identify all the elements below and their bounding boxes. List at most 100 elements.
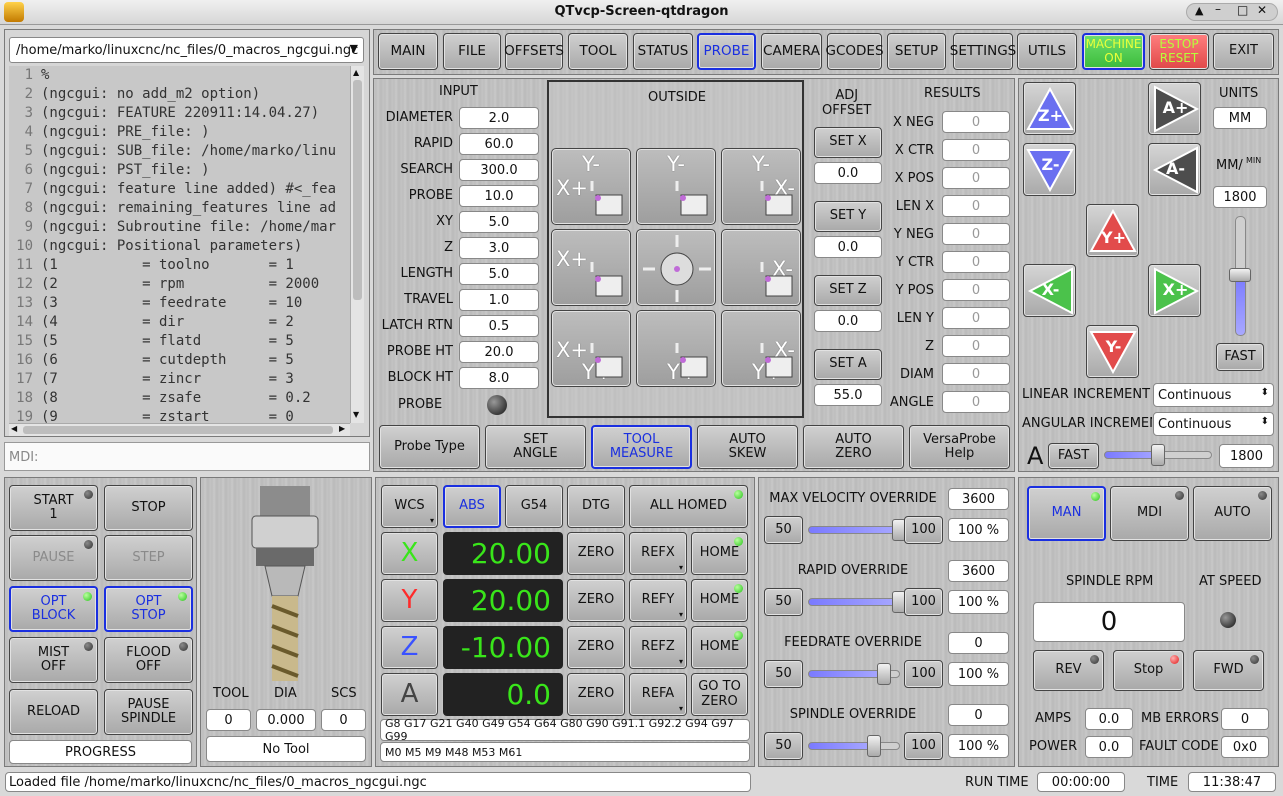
pause-button[interactable]: PAUSE	[9, 535, 98, 581]
zero-z-button[interactable]: ZERO	[567, 626, 625, 669]
probe-mr-button[interactable]: X-	[721, 229, 801, 306]
ref-y-button[interactable]: REFY ▾	[629, 579, 687, 622]
jog-y-plus-button[interactable]: Y+	[1086, 204, 1139, 257]
g54-button[interactable]: G54	[505, 485, 563, 528]
axis-y-button[interactable]: Y	[381, 579, 438, 622]
file-combo[interactable]: /home/marko/linuxcnc/nc_files/0_macros_n…	[9, 37, 364, 63]
mdi-input[interactable]: MDI:	[4, 442, 370, 471]
input-diameter[interactable]: 2.0	[459, 107, 539, 129]
abs-button[interactable]: ABS	[443, 485, 501, 528]
override-100-button[interactable]: 100	[904, 660, 943, 688]
probe-tr-button[interactable]: Y- X-	[721, 148, 801, 225]
probe-versaprobe-help-button[interactable]: VersaProbe Help	[909, 425, 1010, 469]
machine-on-button[interactable]: MACHINE ON	[1082, 33, 1145, 70]
tab-settings[interactable]: SETTINGS	[950, 33, 1016, 70]
override-slider-handle[interactable]	[877, 663, 891, 685]
override-50-button[interactable]: 50	[764, 660, 803, 688]
scroll-hthumb[interactable]	[23, 426, 333, 434]
ref-a-button[interactable]: REFA ▾	[629, 673, 687, 716]
input-block-ht[interactable]: 8.0	[459, 367, 539, 389]
probe-bc-button[interactable]: Y+	[636, 310, 716, 387]
home-z-button[interactable]: HOME	[691, 626, 748, 669]
input-search[interactable]: 300.0	[459, 159, 539, 181]
home-x-button[interactable]: HOME	[691, 532, 748, 575]
probe-set-angle-button[interactable]: SET ANGLE	[485, 425, 586, 469]
window-up-icon[interactable]: ▲	[1195, 4, 1203, 17]
override-50-button[interactable]: 50	[764, 732, 803, 760]
override-slider-track[interactable]	[808, 742, 900, 750]
step-button[interactable]: STEP	[104, 535, 193, 581]
horizontal-scrollbar[interactable]: ◀ ▶	[9, 423, 350, 436]
zero-y-button[interactable]: ZERO	[567, 579, 625, 622]
override-50-button[interactable]: 50	[764, 588, 803, 616]
wcs-button[interactable]: WCS ▾	[381, 485, 438, 528]
tab-status[interactable]: STATUS	[633, 33, 693, 70]
scroll-up-icon[interactable]: ▲	[353, 68, 359, 77]
ref-z-button[interactable]: REFZ ▾	[629, 626, 687, 669]
spindle-stop-button[interactable]: Stop	[1113, 650, 1184, 691]
probe-auto-skew-button[interactable]: AUTO SKEW	[697, 425, 798, 469]
tab-camera[interactable]: CAMERA	[761, 33, 822, 70]
mode-auto-button[interactable]: AUTO	[1193, 486, 1272, 541]
override-100-button[interactable]: 100	[904, 516, 943, 544]
probe-ml-button[interactable]: X+	[551, 229, 631, 306]
angular-increment-select[interactable]: Continuous ⬍	[1153, 412, 1274, 436]
jog-a-plus-button[interactable]: A+	[1148, 82, 1201, 135]
mist-button[interactable]: MIST OFF	[9, 637, 98, 683]
scroll-right-icon[interactable]: ▶	[339, 424, 345, 433]
input-probe-ht[interactable]: 20.0	[459, 341, 539, 363]
probe-br-button[interactable]: X-Y+	[721, 310, 801, 387]
home-y-button[interactable]: HOME	[691, 579, 748, 622]
exit-button[interactable]: EXIT	[1213, 33, 1274, 70]
spindle-fwd-button[interactable]: FWD	[1193, 650, 1264, 691]
a-rate-slider-handle[interactable]	[1151, 444, 1165, 466]
tab-offsets[interactable]: OFFSETS	[504, 33, 564, 70]
opt-stop-button[interactable]: OPT STOP	[104, 586, 193, 632]
flood-button[interactable]: FLOOD OFF	[104, 637, 193, 683]
axis-x-button[interactable]: X	[381, 532, 438, 575]
home-a-button[interactable]: GO TO ZERO	[691, 673, 748, 716]
override-100-button[interactable]: 100	[904, 732, 943, 760]
window-minimize-icon[interactable]: –	[1215, 2, 1221, 16]
probe-tc-button[interactable]: Y-	[636, 148, 716, 225]
probe-mc-button[interactable]	[636, 229, 716, 306]
linear-increment-select[interactable]: Continuous ⬍	[1153, 383, 1274, 407]
input-length[interactable]: 5.0	[459, 263, 539, 285]
all-homed-button[interactable]: ALL HOMED	[629, 485, 748, 528]
override-slider-track[interactable]	[808, 526, 900, 534]
jog-z-minus-button[interactable]: Z-	[1023, 143, 1076, 196]
mode-mdi-button[interactable]: MDI	[1110, 486, 1189, 541]
probe-probe-type-button[interactable]: Probe Type	[379, 425, 480, 469]
gcode-editor[interactable]: 1% 2 (ngcgui: no add_m2 option) 3 (ngcgui: F…	[9, 66, 350, 423]
zero-x-button[interactable]: ZERO	[567, 532, 625, 575]
window-maximize-icon[interactable]: □	[1237, 3, 1248, 17]
jog-fast-button[interactable]: FAST	[1216, 343, 1264, 371]
override-slider-track[interactable]	[808, 598, 900, 606]
mode-man-button[interactable]: MAN	[1027, 486, 1106, 541]
override-50-button[interactable]: 50	[764, 516, 803, 544]
scroll-down-icon[interactable]: ▼	[353, 410, 359, 419]
tab-main[interactable]: MAIN	[378, 33, 438, 70]
spindle-rev-button[interactable]: REV	[1033, 650, 1104, 691]
input-rapid[interactable]: 60.0	[459, 133, 539, 155]
stop-button[interactable]: STOP	[104, 485, 193, 531]
override-slider-handle[interactable]	[867, 735, 881, 757]
jog-a-minus-button[interactable]: A-	[1148, 143, 1201, 196]
input-xy[interactable]: 5.0	[459, 211, 539, 233]
probe-bl-button[interactable]: X+Y+	[551, 310, 631, 387]
zero-a-button[interactable]: ZERO	[567, 673, 625, 716]
a-fast-button[interactable]: FAST	[1048, 443, 1099, 469]
probe-tool-measure-button[interactable]: TOOL MEASURE	[591, 425, 692, 469]
jog-x-plus-button[interactable]: X+	[1148, 264, 1201, 317]
override-100-button[interactable]: 100	[904, 588, 943, 616]
opt-block-button[interactable]: OPT BLOCK	[9, 586, 98, 632]
set-z-button[interactable]: SET Z	[814, 275, 882, 306]
probe-auto-zero-button[interactable]: AUTO ZERO	[803, 425, 904, 469]
ref-x-button[interactable]: REFX ▾	[629, 532, 687, 575]
dtg-button[interactable]: DTG	[567, 485, 625, 528]
pause-spindle-button[interactable]: PAUSE SPINDLE	[104, 689, 193, 735]
estop-reset-button[interactable]: ESTOP RESET	[1149, 33, 1209, 70]
window-close-icon[interactable]: ✕	[1257, 3, 1267, 17]
jog-y-minus-button[interactable]: Y-	[1086, 325, 1139, 378]
set-a-button[interactable]: SET A	[814, 349, 882, 380]
